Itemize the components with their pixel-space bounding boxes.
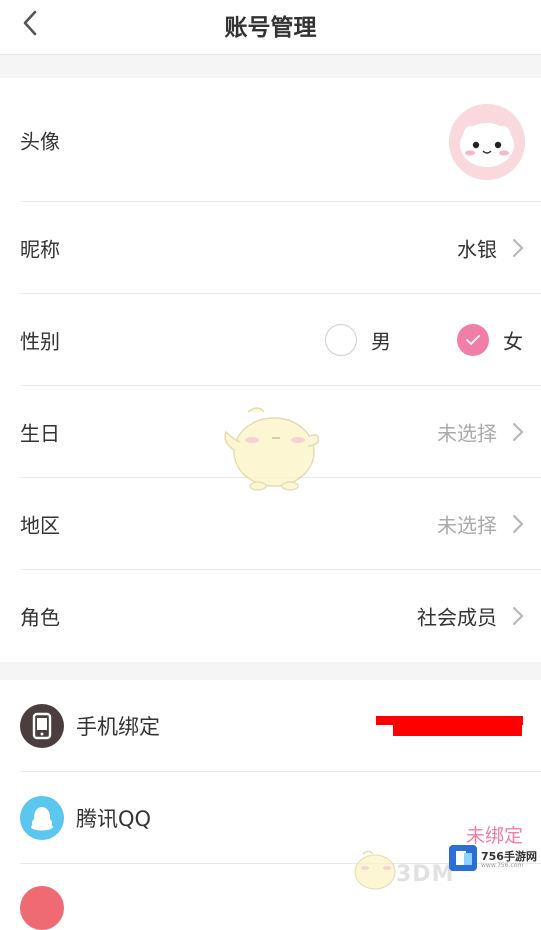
region-label: 地区 xyxy=(20,513,60,538)
birthday-value: 未选择 xyxy=(437,421,497,446)
avatar-image xyxy=(449,104,525,180)
birthday-label: 生日 xyxy=(20,421,60,446)
gender-female-label[interactable]: 女 xyxy=(503,326,523,355)
role-row[interactable]: 角色 社会成员 xyxy=(0,570,541,662)
chevron-right-icon xyxy=(513,607,523,625)
avatar-row[interactable]: 头像 xyxy=(0,78,541,202)
qq-penguin-icon xyxy=(20,796,64,840)
top-bar: 账号管理 xyxy=(0,0,541,55)
gender-row: 性别 男 女 xyxy=(0,294,541,386)
avatar[interactable] xyxy=(449,104,525,180)
avatar-label: 头像 xyxy=(20,129,60,154)
watermark-brand-text: 3DM xyxy=(396,862,455,887)
section-gap xyxy=(0,55,541,78)
mascot-watermark-small-icon xyxy=(354,850,396,890)
gender-label: 性别 xyxy=(20,329,60,354)
site-url: www.756.com xyxy=(481,862,524,869)
mascot-watermark-icon xyxy=(224,407,320,491)
page-title: 账号管理 xyxy=(224,15,317,41)
chevron-right-icon xyxy=(513,515,523,533)
checkmark-icon xyxy=(466,335,480,345)
nickname-row[interactable]: 昵称 水银 xyxy=(0,202,541,294)
qq-binding-label: 腾讯QQ xyxy=(76,807,152,831)
section-gap xyxy=(0,662,541,680)
region-value: 未选择 xyxy=(437,513,497,538)
phone-icon xyxy=(20,704,64,748)
gender-male-label[interactable]: 男 xyxy=(371,326,391,355)
gender-male-radio[interactable] xyxy=(325,324,357,356)
redaction-bar xyxy=(393,724,522,736)
chevron-right-icon xyxy=(513,423,523,441)
role-value: 社会成员 xyxy=(417,605,497,630)
nickname-value: 水银 xyxy=(457,237,497,262)
nickname-label: 昵称 xyxy=(20,237,60,262)
gender-female-radio[interactable] xyxy=(457,324,489,356)
phone-binding-row[interactable]: 手机绑定 xyxy=(0,680,541,772)
phone-binding-label: 手机绑定 xyxy=(76,715,160,739)
role-label: 角色 xyxy=(20,605,60,630)
chevron-right-icon xyxy=(513,239,523,257)
binding-icon xyxy=(20,886,64,930)
